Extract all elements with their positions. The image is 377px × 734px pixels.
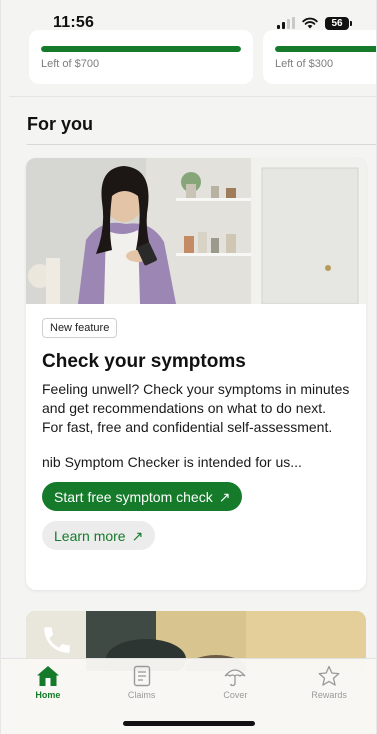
allowance-progress-bar: [275, 46, 376, 52]
allowance-remaining-text: Left of $300: [275, 58, 334, 70]
external-arrow-icon: ↗: [131, 527, 144, 544]
nav-label: Rewards: [311, 690, 347, 700]
allowance-progress-fill: [41, 46, 241, 52]
phone-icon: [44, 627, 70, 653]
nav-label: Cover: [223, 690, 248, 700]
learn-more-button[interactable]: Learn more ↗: [42, 521, 156, 550]
bottom-nav: Home Claims Cover Rewards: [1, 658, 376, 734]
allowance-card[interactable]: Left of $300: [263, 30, 376, 84]
wifi-icon: [302, 17, 318, 29]
battery-icon: 56: [325, 16, 352, 30]
status-icons: 56: [277, 16, 352, 30]
allowance-row: Left of $700 Left of $300: [29, 30, 376, 84]
button-label: Start free symptom check: [54, 488, 213, 505]
card-description: Feeling unwell? Check your symptoms in m…: [42, 381, 350, 435]
home-indicator: [122, 721, 255, 726]
umbrella-icon: [224, 669, 246, 687]
allowance-progress-fill: [275, 46, 376, 52]
hero-image: [26, 158, 366, 304]
button-label: Learn more: [54, 527, 126, 544]
phone-screen: 11:56 56 Left of $700 Left of $300 For y…: [0, 0, 377, 734]
home-icon: [36, 666, 59, 686]
allowance-remaining-text: Left of $700: [41, 58, 100, 70]
allowance-progress-bar: [41, 46, 241, 52]
section-divider: [27, 144, 376, 145]
symptom-checker-card[interactable]: New feature Check your symptoms Feeling …: [26, 158, 366, 590]
external-arrow-icon: ↗: [218, 488, 231, 505]
woman-with-phone-illustration: [26, 158, 366, 304]
nav-label: Home: [35, 690, 61, 700]
nav-item-rewards[interactable]: Rewards: [294, 665, 364, 734]
new-feature-badge: New feature: [42, 318, 118, 338]
signal-icon: [277, 17, 295, 29]
card-title: Check your symptoms: [42, 351, 246, 372]
star-icon: [318, 665, 340, 686]
start-symptom-check-button[interactable]: Start free symptom check ↗: [42, 482, 243, 511]
battery-level: 56: [325, 16, 349, 30]
nav-label: Claims: [127, 690, 156, 700]
card-disclaimer: nib Symptom Checker is intended for us..…: [42, 454, 302, 470]
divider: [9, 96, 376, 97]
allowance-card[interactable]: Left of $700: [29, 30, 253, 84]
nav-item-home[interactable]: Home: [13, 665, 83, 734]
section-title: For you: [27, 114, 93, 134]
document-icon: [133, 665, 150, 687]
